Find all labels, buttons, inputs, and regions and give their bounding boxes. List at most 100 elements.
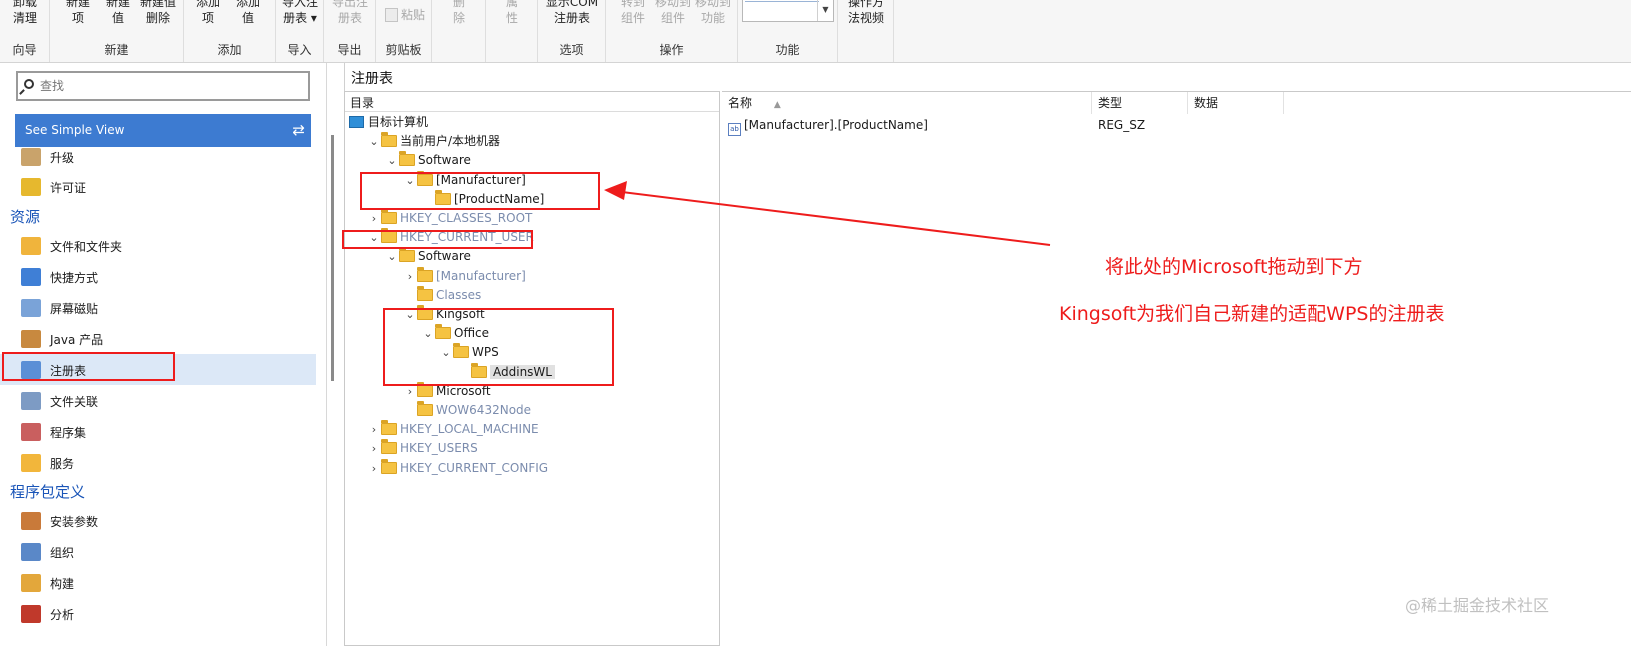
nav-item[interactable]: 程序集 (0, 416, 316, 447)
nav-item-label: 服务 (50, 457, 75, 471)
ribbon-group-5: 粘贴 剪贴板 (376, 0, 432, 62)
ribbon-button-0-0[interactable]: 卸载 清理 (5, 0, 45, 26)
folder-icon (417, 285, 433, 301)
ribbon-group-label-10: 功能 (775, 43, 800, 57)
tree-node-label: Software (418, 249, 471, 264)
search-box[interactable] (16, 71, 310, 101)
tree-node-label: Software (418, 153, 471, 168)
chevron-down-icon[interactable]: ⌄ (385, 151, 399, 170)
chevron-right-icon[interactable]: › (403, 267, 417, 286)
ribbon-group-label-8: 选项 (559, 43, 584, 57)
chevron-down-icon[interactable]: ⌄ (367, 132, 381, 151)
column-header-type[interactable]: 类型 (1092, 92, 1188, 114)
tree-node-label: HKEY_USERS (400, 441, 478, 456)
nav-item-label: 安装参数 (50, 515, 99, 529)
nav-item-icon (21, 543, 41, 561)
ribbon-group-2: 添加 项添加 值添加 (184, 0, 276, 62)
ribbon-group-9: 转到 组件 移动到 组件 移动到 功能 操作 (606, 0, 738, 62)
ribbon-button-6-0[interactable]: 删 除 (439, 0, 479, 26)
column-data-label: 数据 (1194, 96, 1219, 110)
chevron-right-icon[interactable]: › (367, 459, 381, 478)
nav-item[interactable]: Java 产品 (0, 323, 316, 354)
nav-item-icon (21, 512, 41, 530)
chevron-right-icon[interactable]: › (367, 420, 381, 439)
column-header-name[interactable]: 名称 ▲ (722, 92, 1092, 114)
annotation-kingsoft-note: Kingsoft为我们自己新建的适配WPS的注册表 (1059, 303, 1445, 325)
tree-node[interactable]: 目标计算机 (349, 113, 428, 132)
ribbon-group-label-5: 剪贴板 (385, 43, 422, 57)
tree-node[interactable]: ⌄ Software (385, 247, 471, 266)
nav-item-label: 构建 (50, 577, 75, 591)
nav-item-icon (21, 454, 41, 472)
nav-item-label: 文件关联 (50, 395, 99, 409)
ribbon-group-1: 新建 项新建 值新建值 删除 新建 (50, 0, 184, 62)
folder-icon (399, 247, 415, 263)
ribbon-button-2-1[interactable]: 添加 值 (228, 0, 268, 26)
search-icon (24, 79, 34, 89)
ribbon-button-9-2[interactable]: 移动到 功能 (693, 0, 733, 26)
search-input[interactable] (40, 76, 300, 96)
chevron-right-icon[interactable]: › (367, 439, 381, 458)
tree-node[interactable]: › HKEY_LOCAL_MACHINE (367, 420, 539, 439)
nav-item[interactable]: 安装参数 (0, 505, 316, 536)
tree-node-label: HKEY_CLASSES_ROOT (400, 211, 533, 225)
ribbon-button-1-1[interactable]: 新建 值 (98, 0, 138, 26)
column-type-label: 类型 (1098, 96, 1123, 110)
ribbon-button-1-2[interactable]: 新建值 删除 (138, 0, 178, 26)
ribbon-button-3-0[interactable]: 导入注 册表 ▾ (280, 0, 320, 26)
ribbon-button-1-0[interactable]: 新建 项 (58, 0, 98, 26)
tree-node-label: WOW6432Node (436, 403, 532, 417)
ribbon-button-9-0[interactable]: 转到 组件 (613, 0, 653, 26)
ribbon-button-8-0[interactable]: 显示COM 注册表 (545, 0, 599, 26)
nav-item-icon (21, 178, 41, 196)
feature-combobox[interactable]: ▼ (742, 0, 834, 22)
ribbon-button-11-0[interactable]: 操作方 法视频 (846, 0, 886, 26)
paste-button[interactable]: 粘贴 (385, 6, 425, 23)
ribbon-button-7-0[interactable]: 属 性 (492, 0, 532, 26)
watermark: @稀土掘金技术社区 (1405, 596, 1550, 615)
nav-item[interactable]: 分析 (0, 598, 316, 629)
tree-node[interactable]: › HKEY_USERS (367, 439, 478, 458)
ribbon-toolbar: 卸载 清理 向导 新建 项新建 值新建值 删除 新建 添加 项添加 值添加 导入注 册表 … (0, 0, 1631, 63)
nav-item[interactable]: 屏幕磁贴 (0, 292, 316, 323)
ribbon-group-10: ▼ 功能 (738, 0, 838, 62)
nav-item[interactable]: 许可证 (0, 171, 316, 202)
folder-icon (399, 151, 415, 167)
nav-item[interactable]: 构建 (0, 567, 316, 598)
tree-node-label: HKEY_CURRENT_CONFIG (400, 460, 549, 475)
ribbon-group-3: 导入注 册表 ▾ 导入 (276, 0, 324, 62)
chevron-down-icon[interactable]: ⌄ (385, 247, 399, 266)
chevron-right-icon[interactable]: › (367, 209, 381, 228)
registry-values-list[interactable]: 名称 ▲ 类型 数据 ab [Manufacturer].[ProductName… (722, 91, 1631, 646)
chevron-down-icon[interactable]: ▼ (817, 0, 833, 21)
ribbon-button-4-0[interactable]: 导出注 册表 (330, 0, 370, 26)
column-header-data[interactable]: 数据 (1188, 92, 1284, 114)
nav-item[interactable]: 服务 (0, 447, 316, 478)
nav-item-label: 升级 (50, 151, 75, 165)
tree-node[interactable]: ⌄ Software (385, 151, 471, 170)
tree-node[interactable]: › [Manufacturer] (403, 266, 526, 286)
tree-node[interactable]: › HKEY_CLASSES_ROOT (367, 209, 532, 228)
ribbon-group-7: 属 性 (486, 0, 538, 62)
nav-item-icon (21, 237, 41, 255)
nav-item[interactable]: 文件关联 (0, 385, 316, 416)
ribbon-button-9-1[interactable]: 移动到 组件 (653, 0, 693, 26)
nav-item-label: 屏幕磁贴 (50, 302, 99, 316)
nav-section-heading: 程序包定义 (10, 483, 86, 501)
annotation-box-registry-nav (2, 352, 175, 381)
combobox-field (745, 1, 819, 3)
tree-node[interactable]: › HKEY_CURRENT_CONFIG (367, 458, 549, 478)
ribbon-group-11: 操作方 法视频 (838, 0, 894, 62)
nav-item[interactable]: 快捷方式 (0, 261, 316, 292)
ribbon-group-6: 删 除 (432, 0, 486, 62)
nav-item[interactable]: 升级 (0, 141, 316, 172)
nav-item-label: 快捷方式 (50, 271, 99, 285)
list-cell-type: REG_SZ (1098, 118, 1146, 132)
tree-node[interactable]: Classes (403, 285, 481, 305)
tree-node[interactable]: ⌄ 当前用户/本地机器 (367, 132, 500, 151)
left-scrollbar[interactable] (331, 135, 334, 381)
nav-item[interactable]: 文件和文件夹 (0, 230, 316, 261)
ribbon-button-2-0[interactable]: 添加 项 (188, 0, 228, 26)
nav-item[interactable]: 组织 (0, 536, 316, 567)
tree-node[interactable]: WOW6432Node (403, 401, 531, 420)
